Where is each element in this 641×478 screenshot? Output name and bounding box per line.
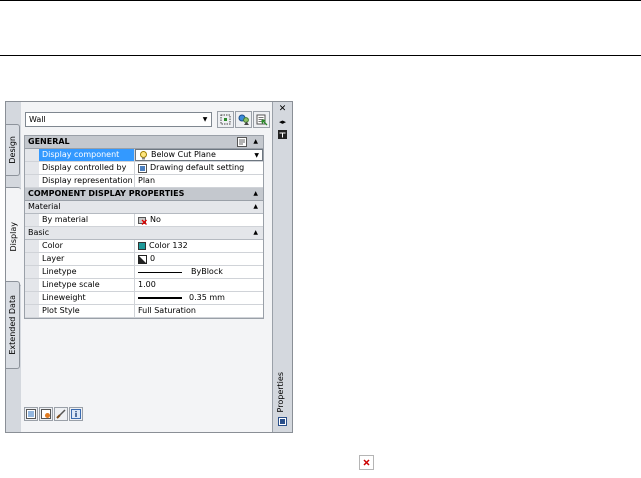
row-value-cell: Drawing default setting [135, 162, 263, 174]
row-display-component[interactable]: Display component Below Cut Plane ▼ [25, 149, 263, 162]
section-general-header[interactable]: GENERAL ▲ [25, 136, 263, 149]
drawing-icon [138, 163, 147, 173]
row-label: Linetype [39, 266, 135, 278]
category-material-title: Material [28, 202, 61, 211]
select-objects-icon [220, 114, 231, 125]
section-general-title: GENERAL [28, 137, 70, 146]
row-plot-style[interactable]: Plot Style Full Saturation [25, 305, 263, 318]
row-layer[interactable]: Layer 0 [25, 253, 263, 266]
chevron-down-icon: ▼ [254, 152, 259, 159]
display-manager-button[interactable] [24, 407, 38, 421]
layer-icon [138, 254, 147, 264]
row-value: Color 132 [149, 241, 188, 250]
section-rule [0, 55, 641, 56]
info-icon [71, 409, 81, 419]
quick-select-icon [238, 114, 249, 125]
row-label: Linetype scale [39, 279, 135, 291]
pickadd-button[interactable] [253, 111, 270, 128]
row-value: Drawing default setting [150, 163, 245, 172]
palette-content: Wall ▼ GENERAL ▲ Display component Below… [21, 102, 273, 432]
row-lineweight[interactable]: Lineweight 0.35 mm [25, 292, 263, 305]
tab-display-label: Display [9, 222, 18, 252]
material-no-icon [138, 216, 147, 225]
pickadd-icon [256, 114, 267, 125]
row-value-cell: 0.35 mm [135, 292, 263, 304]
row-label: Display component [39, 149, 135, 161]
row-value: 1.00 [138, 280, 156, 289]
broken-image-icon [359, 455, 374, 470]
row-display-representation[interactable]: Display representation Plan [25, 175, 263, 188]
tab-extended-data-label: Extended Data [8, 295, 17, 355]
chevron-down-icon: ▼ [202, 116, 208, 123]
row-value-cell: No [135, 214, 263, 226]
category-basic-header[interactable]: Basic ▲ [25, 227, 263, 240]
lineweight-sample [138, 297, 182, 299]
collapse-caret-icon: ▲ [253, 203, 258, 210]
properties-palette: Design Display Extended Data Wall ▼ GENE… [5, 101, 293, 433]
row-value-cell: Full Saturation [135, 305, 263, 317]
display-manager-icon [26, 409, 36, 419]
row-value: Plan [138, 176, 156, 185]
display-component-select[interactable]: Below Cut Plane ▼ [135, 149, 263, 161]
row-label: Plot Style [39, 305, 135, 317]
row-label: Lineweight [39, 292, 135, 304]
palette-menu-icon[interactable] [277, 417, 288, 428]
row-color[interactable]: Color Color 132 [25, 240, 263, 253]
row-by-material[interactable]: By material No [25, 214, 263, 227]
row-linetype-scale[interactable]: Linetype scale 1.00 [25, 279, 263, 292]
paint-brush-button[interactable] [54, 407, 68, 421]
linetype-sample [138, 271, 182, 273]
lightbulb-icon [140, 150, 147, 159]
row-value-cell: Color 132 [135, 240, 263, 252]
collapse-caret-icon: ▲ [253, 229, 258, 236]
properties-grid: GENERAL ▲ Display component Below Cut Pl… [24, 135, 264, 319]
style-manager-button[interactable] [39, 407, 53, 421]
row-display-controlled-by[interactable]: Display controlled by Drawing default se… [25, 162, 263, 175]
row-value: Below Cut Plane [151, 150, 216, 159]
paint-brush-icon [56, 409, 66, 419]
object-type-select[interactable]: Wall ▼ [25, 112, 212, 127]
row-value: Full Saturation [138, 306, 196, 315]
autohide-icon[interactable]: ◂▸ [277, 117, 288, 128]
style-manager-icon [41, 409, 51, 419]
row-value: ByBlock [191, 267, 223, 276]
bottom-toolbar [24, 407, 83, 421]
tab-design-label: Design [8, 136, 17, 164]
tab-display[interactable]: Display [6, 187, 21, 287]
row-value-cell: 0 [135, 253, 263, 265]
tab-design[interactable]: Design [6, 124, 20, 176]
row-value-cell: 1.00 [135, 279, 263, 291]
collapse-caret-icon: ▲ [253, 138, 258, 145]
object-type-value: Wall [29, 115, 46, 124]
color-swatch [138, 242, 146, 250]
quick-select-button[interactable] [235, 111, 252, 128]
section-component-title: COMPONENT DISPLAY PROPERTIES [28, 189, 185, 198]
row-label: Layer [39, 253, 135, 265]
row-value: 0.35 mm [189, 293, 225, 302]
row-value: No [150, 215, 161, 224]
row-linetype[interactable]: Linetype ByBlock [25, 266, 263, 279]
category-basic-title: Basic [28, 228, 50, 237]
row-value-cell: Plan [135, 175, 263, 187]
row-label: By material [39, 214, 135, 226]
info-button[interactable] [69, 407, 83, 421]
top-rule [0, 0, 641, 1]
tab-extended-data[interactable]: Extended Data [6, 281, 20, 369]
palette-title: Properties [276, 371, 285, 412]
row-label: Display representation [39, 175, 135, 187]
row-value: 0 [150, 254, 156, 263]
section-component-header[interactable]: COMPONENT DISPLAY PROPERTIES ▲ [25, 188, 263, 201]
select-objects-button[interactable] [217, 111, 234, 128]
row-label: Display controlled by [39, 162, 135, 174]
category-material-header[interactable]: Material ▲ [25, 201, 263, 214]
palette-title-bar[interactable]: ✕ ◂▸ Properties [273, 102, 292, 432]
close-icon[interactable]: ✕ [277, 104, 288, 115]
row-label: Color [39, 240, 135, 252]
row-value-cell: ByBlock [135, 266, 263, 278]
palette-properties-icon[interactable] [277, 130, 288, 141]
collapse-caret-icon: ▲ [253, 190, 258, 197]
